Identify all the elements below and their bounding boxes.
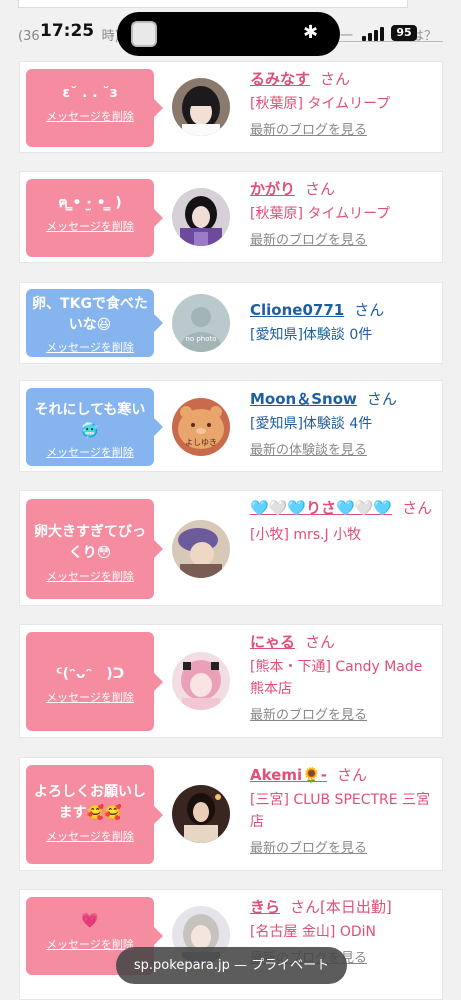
avatar[interactable]	[172, 78, 230, 136]
user-info: るみなす さん [秋葉原] タイムリープ 最新のブログを見る	[250, 68, 436, 140]
honorific: さん	[305, 633, 336, 651]
message-card: それにしても寒い🥶 メッセージを削除 よしゆき Moon＆Snow さん [愛知県…	[19, 380, 443, 472]
shop-label[interactable]: [小牧] mrs.J 小牧	[250, 524, 436, 546]
user-info: かがり さん [秋葉原] タイムリープ 最新のブログを見る	[250, 178, 436, 250]
island-app-icon	[131, 21, 157, 47]
battery-icon: 95	[391, 25, 417, 41]
avatar[interactable]: no photo	[172, 294, 230, 352]
user-name-link[interactable]: きら	[250, 898, 280, 916]
latest-review-link[interactable]: 最新の体験談を見る	[250, 442, 436, 460]
message-text: よろしくお願いします🥰🥰	[34, 784, 146, 821]
message-text: 💗	[81, 913, 99, 929]
message-bubble: ᑦ(ᵔᴗᵔ )ᑐ メッセージを削除	[26, 632, 163, 731]
avatar[interactable]	[172, 188, 230, 246]
bluetooth-icon: ✱	[303, 22, 319, 43]
no-photo-text: no photo	[185, 335, 216, 343]
avatar[interactable]: よしゆき	[172, 398, 230, 456]
user-name-link[interactable]: かがり	[250, 180, 295, 198]
message-text: ε˘ . . ˘з	[62, 85, 118, 101]
message-text: ฅ ̳• ·̫ • ̳ )	[58, 195, 122, 211]
name-line: かがり さん	[250, 178, 436, 200]
message-bubble: ε˘ . . ˘з メッセージを削除	[26, 69, 163, 147]
previous-card-edge	[18, 0, 408, 8]
latest-blog-link[interactable]: 最新のブログを見る	[250, 840, 436, 858]
delete-message-link[interactable]: メッセージを削除	[26, 689, 154, 705]
user-name-link[interactable]: Clione0771	[250, 301, 344, 319]
latest-blog-link[interactable]: 最新のブログを見る	[250, 122, 436, 140]
delete-message-link[interactable]: メッセージを削除	[26, 108, 154, 124]
message-card: 卵大きすぎてびっくり😳 メッセージを削除 🩵🤍🩵りさ🩵🤍🩵 さん [小牧] mrs…	[19, 490, 443, 606]
shop-label[interactable]: [三宮] CLUB SPECTRE 三宮店	[250, 789, 436, 833]
message-card: ฅ ̳• ·̫ • ̳ ) メッセージを削除 かがり さん [秋葉原] タイムリー…	[19, 171, 443, 263]
avatar[interactable]	[172, 652, 230, 710]
cellular-signal-icon	[362, 27, 384, 41]
delete-message-link[interactable]: メッセージを削除	[26, 828, 154, 844]
review-count-label[interactable]: [愛知県]体験談 4件	[250, 413, 436, 435]
latest-blog-link[interactable]: 最新のブログを見る	[250, 707, 436, 725]
user-info: Akemi🌻- さん [三宮] CLUB SPECTRE 三宮店 最新のブログを見…	[250, 764, 436, 858]
honorific: さん	[366, 390, 397, 408]
honorific: さん	[354, 301, 385, 319]
message-text: ᑦ(ᵔᴗᵔ )ᑐ	[55, 666, 125, 682]
shop-label[interactable]: [名古屋 金山] ODiN	[250, 921, 436, 943]
user-name-link[interactable]: 🩵🤍🩵りさ🩵🤍🩵	[250, 499, 392, 517]
shop-label[interactable]: [熊本・下通] Candy Made 熊本店	[250, 656, 436, 700]
dynamic-island: ✱	[117, 12, 340, 56]
message-card: ᑦ(ᵔᴗᵔ )ᑐ メッセージを削除 にゃる さん [熊本・下通] Candy Ma…	[19, 624, 443, 738]
browser-url-bar[interactable]: sp.pokepara.jp — プライベート	[116, 947, 347, 984]
delete-message-link[interactable]: メッセージを削除	[26, 568, 154, 584]
user-info: Clione0771 さん [愛知県]体験談 0件	[250, 299, 436, 346]
message-bubble: ฅ ̳• ·̫ • ̳ ) メッセージを削除	[26, 179, 163, 257]
user-name-link[interactable]: にゃる	[250, 633, 295, 651]
message-text: それにしても寒い🥶	[34, 402, 146, 439]
message-text: 卵、TKGで食べたいな😆	[32, 296, 148, 333]
delete-message-link[interactable]: メッセージを削除	[26, 444, 154, 460]
user-name-link[interactable]: Akemi🌻-	[250, 766, 327, 784]
user-info: にゃる さん [熊本・下通] Candy Made 熊本店 最新のブログを見る	[250, 631, 436, 725]
shop-label[interactable]: [秋葉原] タイムリープ	[250, 93, 436, 115]
user-name-link[interactable]: るみなす	[250, 70, 310, 88]
message-text: 卵大きすぎてびっくり😳	[34, 524, 146, 561]
avatar[interactable]	[172, 520, 230, 578]
name-line: Akemi🌻- さん	[250, 764, 436, 786]
honorific: さん	[402, 499, 433, 517]
review-count-label[interactable]: [愛知県]体験談 0件	[250, 324, 436, 346]
name-line: Clione0771 さん	[250, 299, 436, 321]
name-line: 🩵🤍🩵りさ🩵🤍🩵 さん	[250, 497, 436, 519]
honorific: さん	[320, 70, 351, 88]
shop-label[interactable]: [秋葉原] タイムリープ	[250, 203, 436, 225]
status-bar: (36 時) 一は？ 17:25 ✱ 95	[0, 0, 461, 60]
message-bubble: 卵大きすぎてびっくり😳 メッセージを削除	[26, 499, 163, 599]
hidden-link-underline	[335, 41, 443, 42]
message-bubble: それにしても寒い🥶 メッセージを削除	[26, 388, 163, 466]
user-info: Moon＆Snow さん [愛知県]体験談 4件 最新の体験談を見る	[250, 388, 436, 460]
message-bubble: よろしくお願いします🥰🥰 メッセージを削除	[26, 765, 163, 864]
user-info: 🩵🤍🩵りさ🩵🤍🩵 さん [小牧] mrs.J 小牧	[250, 497, 436, 546]
message-bubble: 卵、TKGで食べたいな😆 メッセージを削除	[26, 289, 163, 357]
avatar-caption: よしゆき	[185, 438, 217, 447]
user-name-link[interactable]: Moon＆Snow	[250, 390, 357, 408]
delete-message-link[interactable]: メッセージを削除	[26, 218, 154, 234]
name-line: きら さん[本日出勤]	[250, 896, 436, 918]
message-card: 卵、TKGで食べたいな😆 メッセージを削除 no photo Clione077…	[19, 282, 443, 364]
status-time: 17:25	[40, 21, 95, 41]
latest-blog-link[interactable]: 最新のブログを見る	[250, 232, 436, 250]
name-line: るみなす さん	[250, 68, 436, 90]
name-line: Moon＆Snow さん	[250, 388, 436, 410]
honorific: さん[本日出勤]	[290, 898, 392, 916]
honorific: さん	[337, 766, 368, 784]
avatar[interactable]	[172, 785, 230, 843]
delete-message-link[interactable]: メッセージを削除	[26, 339, 154, 355]
message-card: ε˘ . . ˘з メッセージを削除 るみなす さん [秋葉原] タイムリープ 最…	[19, 61, 443, 153]
honorific: さん	[305, 180, 336, 198]
message-card: よろしくお願いします🥰🥰 メッセージを削除 Akemi🌻- さん [三宮] CLU…	[19, 757, 443, 871]
name-line: にゃる さん	[250, 631, 436, 653]
